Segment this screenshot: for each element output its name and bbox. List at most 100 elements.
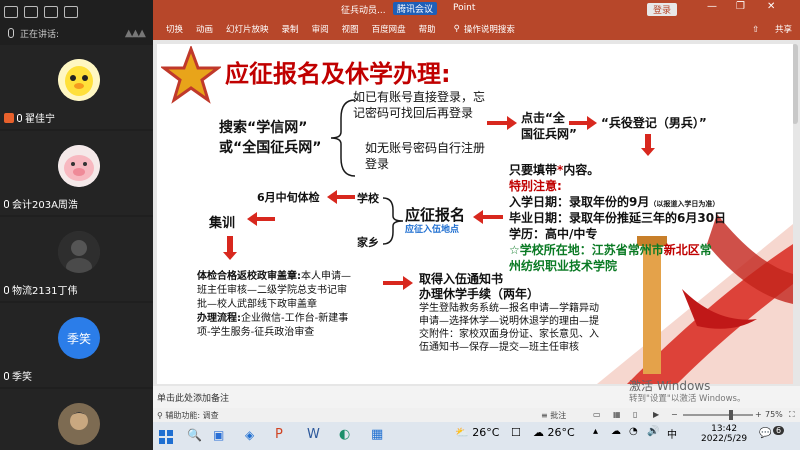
close-icon[interactable]: ✕: [767, 1, 775, 12]
search-instruction: 搜索“学信网” 或“全国征兵网”: [219, 120, 322, 156]
reading-view-icon[interactable]: ▯: [633, 410, 637, 419]
app-name-suffix: Point: [453, 3, 476, 13]
normal-view-icon[interactable]: ▭: [593, 410, 601, 419]
has-account-text: 如已有账号直接登录，忘 记密码可找回后再登录: [353, 90, 486, 120]
cloud-icon: ☁: [533, 426, 548, 439]
host-icon: [4, 112, 14, 123]
arrow-right-icon: [487, 116, 517, 130]
app-icon[interactable]: ▦: [371, 427, 383, 442]
speaker-icon[interactable]: 🔊: [647, 426, 659, 437]
arrow-left-icon: [327, 190, 355, 204]
no-account-text: 如无账号密码自行注册 登录: [365, 141, 486, 171]
meeting-app-icon[interactable]: ◈: [245, 428, 254, 442]
star-icon: [161, 46, 221, 104]
minimize-icon[interactable]: —: [707, 1, 717, 12]
tab-baidu[interactable]: 百度网盘: [372, 23, 406, 35]
training-label: 集训: [209, 216, 236, 231]
notes-placeholder[interactable]: 单击此处添加备注: [157, 394, 229, 404]
meeting-badge[interactable]: 腾讯会议: [393, 2, 438, 15]
grid-icon[interactable]: [24, 6, 38, 18]
weather-widget-2[interactable]: ☁ 26°C: [533, 426, 575, 439]
notification-icon[interactable]: 💬: [759, 428, 771, 439]
participant-tile[interactable]: 季笑 季笑: [0, 303, 153, 387]
school-option: 学校: [357, 192, 379, 205]
tab-record[interactable]: 录制: [282, 23, 299, 35]
powerpoint-icon[interactable]: P: [275, 427, 283, 442]
zoom-out-icon[interactable]: −: [671, 410, 678, 419]
tab-review[interactable]: 审阅: [312, 23, 329, 35]
wifi-icon[interactable]: ◔: [629, 426, 638, 437]
sidebar-toolbar: [0, 0, 153, 24]
windows-taskbar: 🔍 ▣ ◈ P W ◐ ▦ ⛅ 26°C ☐ ☁ 26°C ▴ ☁ ◔ 🔊 中 …: [153, 422, 800, 450]
text-avatar: 季笑: [58, 317, 100, 359]
weather-widget[interactable]: ⛅ 26°C: [455, 426, 499, 439]
task-view-icon[interactable]: ▣: [213, 428, 224, 442]
participant-tile[interactable]: 会计203A周浩: [0, 131, 153, 215]
participant-name: 物流2131丁伟: [4, 282, 77, 297]
share-button[interactable]: ⇧ 共享: [739, 23, 792, 35]
tray-icon[interactable]: ☁: [611, 426, 621, 437]
share-icon: ⇧: [752, 25, 762, 35]
lightbulb-icon: ⚲: [453, 24, 460, 34]
zoom-level[interactable]: 75%: [765, 410, 783, 419]
input-method[interactable]: 中: [667, 426, 677, 441]
graduation-date: 毕业日期：录取年份推延三年的6月30日: [509, 211, 727, 225]
enlist-location: 应征入伍地点: [405, 225, 460, 235]
participant-tile[interactable]: 物流2131丁伟: [0, 217, 153, 301]
fill-required-text: 只要填带*内容。: [509, 163, 600, 177]
duck-avatar: [58, 59, 100, 101]
notes-pane[interactable]: 单击此处添加备注 激活 Windows 转到"设置"以激活 Windows。: [153, 379, 800, 408]
slide-title: 应征报名及休学办理:: [225, 60, 451, 88]
task-icon[interactable]: ☐: [511, 426, 521, 439]
photo-avatar: [58, 403, 100, 445]
mic-icon: [8, 28, 14, 38]
word-icon[interactable]: W: [307, 427, 320, 442]
zoom-in-icon[interactable]: +: [755, 410, 762, 419]
fit-slide-icon[interactable]: ⛶: [789, 410, 795, 420]
comments-button[interactable]: ≡ 批注: [541, 410, 566, 421]
tab-help[interactable]: 帮助: [419, 23, 436, 35]
window-icon[interactable]: [44, 6, 58, 18]
activation-subtitle: 转到"设置"以激活 Windows。: [629, 394, 746, 404]
slide-canvas[interactable]: 应征报名及休学办理: 搜索“学信网” 或“全国征兵网” 如已有账号直接登录，忘 …: [157, 44, 793, 384]
tray-icon[interactable]: ▴: [593, 426, 598, 437]
zoom-slider-thumb[interactable]: [729, 410, 733, 420]
tab-animations[interactable]: 动画: [196, 23, 213, 35]
start-icon[interactable]: [159, 429, 173, 444]
register-text: “兵役登记（男兵）”: [601, 116, 707, 130]
school-location: ☆学校所在地：江苏省常州市新北区常 州纺织职业技术学院: [509, 243, 712, 273]
status-bar: ⚲ 辅助功能: 调查 ≡ 批注 ▭ ▦ ▯ ▶ − + 75% ⛶: [153, 408, 800, 422]
restore-icon[interactable]: ❐: [736, 1, 745, 12]
arrow-left-icon: [473, 210, 503, 224]
clock[interactable]: 13:42 2022/5/29: [701, 424, 747, 444]
zoom-slider[interactable]: [683, 410, 753, 420]
search-icon[interactable]: 🔍: [187, 428, 202, 442]
sorter-view-icon[interactable]: ▦: [613, 410, 621, 419]
june-check: 6月中旬体检: [257, 191, 320, 204]
tell-me-search[interactable]: 操作说明搜索: [464, 23, 515, 35]
notice-body: 学生登陆教务系统—报名申请—学籍异动 申请—选择休学—说明休退学的理由—提 交附…: [419, 303, 599, 353]
participant-name: 翟佳宁: [4, 110, 55, 125]
chat-icon[interactable]: [4, 6, 18, 18]
approval-block: 体检合格返校政审盖章:本人申请— 班主任审核—二级学院总支书记审 批—校人武部线…: [197, 271, 351, 338]
arrow-down-icon: [641, 134, 655, 156]
meeting-sidebar: 正在讲话: ▲▲▲ 翟佳宁 会计203A周浩 物流2131丁伟 季笑 季笑: [0, 0, 153, 450]
edge-icon[interactable]: ◐: [339, 427, 350, 442]
accessibility-status[interactable]: ⚲ 辅助功能: 调查: [157, 410, 219, 421]
speaker-wave-icon: ▲▲▲: [124, 27, 146, 39]
comment-icon: ≡: [541, 411, 551, 420]
ribbon-tabs: 切换 动画 幻灯片放映 录制 审阅 视图 百度网盘 帮助 ⚲ 操作说明搜索 ⇧ …: [153, 18, 800, 40]
login-button[interactable]: 登录: [647, 3, 678, 16]
notification-count: 6: [773, 426, 785, 435]
powerpoint-titlebar: 征兵动员... 腾讯会议 Point 登录 — ❐ ✕: [153, 0, 800, 18]
tab-view[interactable]: 视图: [342, 23, 359, 35]
education-level: 学历：高中/中专: [509, 227, 598, 241]
tab-transitions[interactable]: 切换: [166, 23, 183, 35]
slideshow-view-icon[interactable]: ▶: [653, 410, 659, 419]
participant-tile[interactable]: [0, 389, 153, 450]
list-icon[interactable]: [64, 6, 78, 18]
tab-slideshow[interactable]: 幻灯片放映: [226, 23, 269, 35]
entry-date: 入学日期：录取年份的9月（以报道入学日为准）: [509, 195, 720, 209]
brace-shape: [382, 197, 404, 245]
participant-tile[interactable]: 翟佳宁: [0, 45, 153, 129]
